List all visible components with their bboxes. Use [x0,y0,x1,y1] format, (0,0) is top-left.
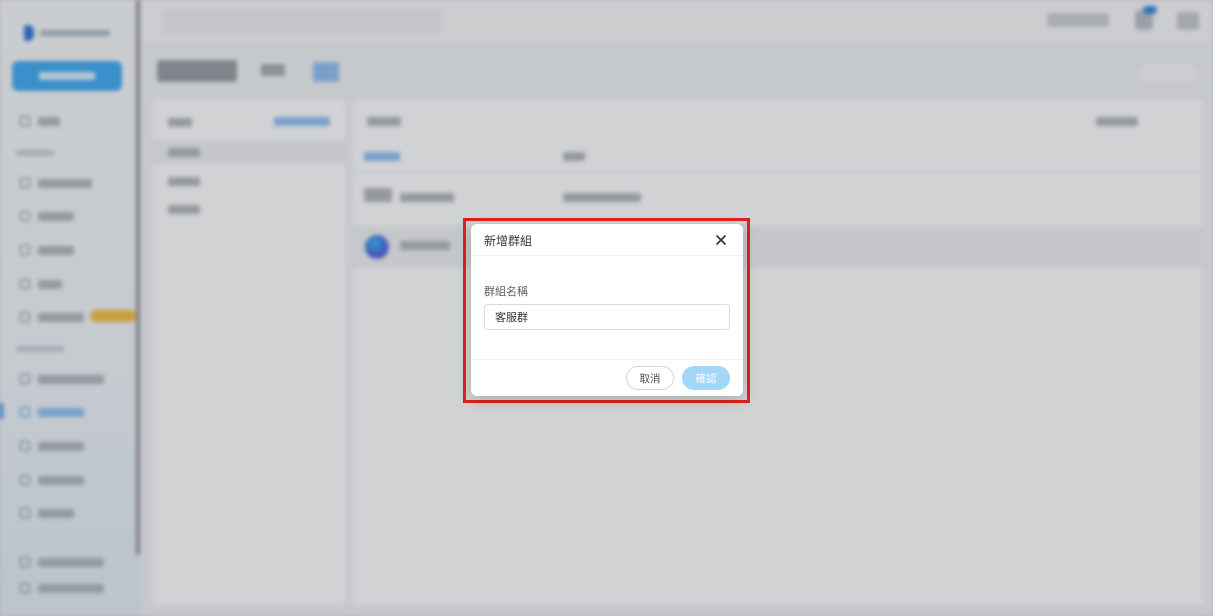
cancel-button[interactable]: 取消 [626,366,674,390]
add-group-dialog: 新增群組 群組名稱 取消 確認 [471,224,743,396]
confirm-button[interactable]: 確認 [682,366,730,390]
close-button[interactable] [712,231,730,249]
close-icon [716,235,726,245]
group-name-label: 群組名稱 [484,285,528,298]
group-name-input[interactable] [484,304,730,330]
dialog-title: 新增群組 [484,234,533,248]
dialog-header: 新增群組 [471,224,743,256]
dialog-footer-divider [471,359,743,360]
